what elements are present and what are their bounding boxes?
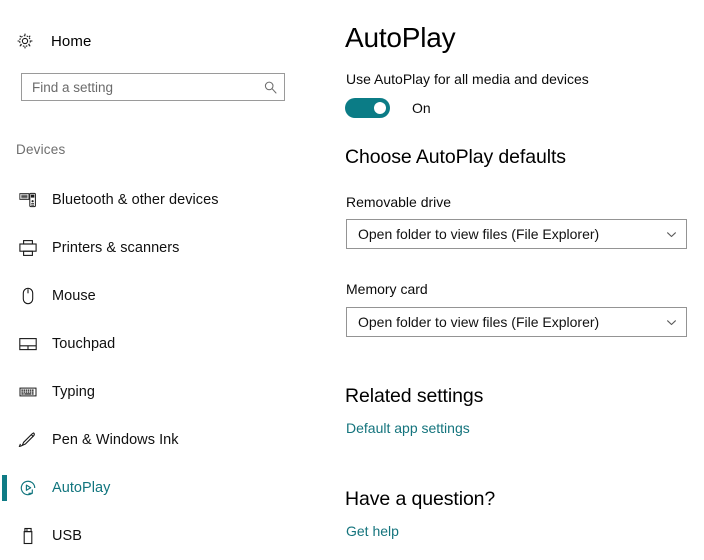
related-settings-heading: Related settings — [345, 385, 484, 407]
sidebar-item-home[interactable]: Home — [14, 27, 91, 55]
memory-card-dropdown[interactable]: Open folder to view files (File Explorer… — [346, 307, 687, 337]
defaults-heading: Choose AutoPlay defaults — [345, 146, 566, 168]
printer-icon — [16, 236, 40, 260]
autoplay-toggle-state-label: On — [412, 100, 431, 116]
sidebar-group-label: Devices — [16, 142, 66, 157]
keyboard-icon — [16, 380, 40, 404]
main-content: AutoPlay Use AutoPlay for all media and … — [345, 0, 704, 556]
get-help-link[interactable]: Get help — [346, 523, 399, 539]
mouse-icon — [16, 284, 40, 308]
sidebar-item-usb[interactable]: USB — [0, 512, 330, 560]
settings-window: Home Devices — [0, 0, 704, 556]
default-app-settings-link[interactable]: Default app settings — [346, 420, 470, 436]
sidebar-item-label: USB — [52, 528, 82, 544]
sidebar-item-label: AutoPlay — [52, 480, 111, 496]
sidebar-item-mouse[interactable]: Mouse — [0, 272, 330, 320]
touchpad-icon — [16, 332, 40, 356]
sidebar-nav: Bluetooth & other devices Printers & sca… — [0, 176, 330, 560]
selection-indicator — [2, 475, 7, 501]
sidebar: Home Devices — [0, 0, 330, 556]
autoplay-toggle-caption: Use AutoPlay for all media and devices — [346, 71, 589, 87]
autoplay-toggle-row: On — [345, 98, 431, 118]
sidebar-item-autoplay[interactable]: AutoPlay — [0, 464, 330, 512]
sidebar-item-bluetooth-other-devices[interactable]: Bluetooth & other devices — [0, 176, 330, 224]
sidebar-item-label: Bluetooth & other devices — [52, 192, 219, 208]
usb-icon — [16, 524, 40, 548]
page-title: AutoPlay — [345, 22, 456, 53]
removable-drive-dropdown[interactable]: Open folder to view files (File Explorer… — [346, 219, 687, 249]
memory-card-label: Memory card — [346, 281, 428, 297]
sidebar-item-label: Mouse — [52, 288, 96, 304]
bluetooth-device-icon — [16, 188, 40, 212]
sidebar-item-touchpad[interactable]: Touchpad — [0, 320, 330, 368]
sidebar-item-label: Touchpad — [52, 336, 116, 352]
removable-drive-label: Removable drive — [346, 194, 452, 210]
sidebar-item-label: Typing — [52, 384, 96, 400]
have-a-question-heading: Have a question? — [345, 488, 496, 510]
pen-icon — [16, 428, 40, 452]
search-box[interactable] — [21, 73, 285, 101]
gear-icon — [14, 30, 36, 52]
search-icon[interactable] — [262, 79, 278, 95]
autoplay-icon — [16, 476, 40, 500]
memory-card-value: Open folder to view files (File Explorer… — [358, 314, 600, 330]
removable-drive-value: Open folder to view files (File Explorer… — [358, 226, 600, 242]
chevron-down-icon — [664, 227, 678, 241]
sidebar-item-label: Pen & Windows Ink — [52, 432, 179, 448]
chevron-down-icon — [664, 315, 678, 329]
search-input[interactable] — [32, 79, 262, 95]
sidebar-item-typing[interactable]: Typing — [0, 368, 330, 416]
sidebar-item-pen-windows-ink[interactable]: Pen & Windows Ink — [0, 416, 330, 464]
sidebar-item-home-label: Home — [51, 32, 92, 50]
autoplay-toggle-switch[interactable] — [345, 98, 390, 118]
sidebar-item-label: Printers & scanners — [52, 240, 180, 256]
sidebar-item-printers-scanners[interactable]: Printers & scanners — [0, 224, 330, 272]
toggle-knob — [374, 102, 386, 114]
